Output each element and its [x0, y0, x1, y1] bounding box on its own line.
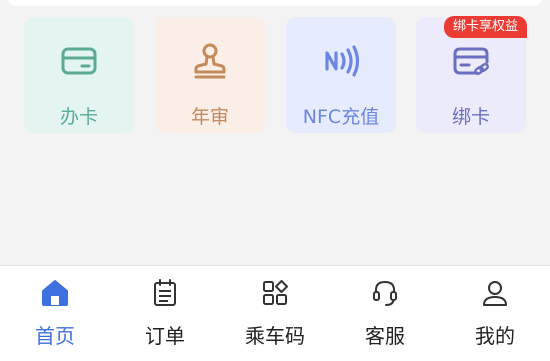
- nfc-icon: [321, 41, 361, 81]
- bind-card-label: 绑卡: [451, 106, 490, 128]
- tab-customer-service[interactable]: 客服: [330, 266, 440, 361]
- service-grid: 办卡 年审 NFC充值 绑卡享权益 绑卡: [24, 16, 527, 133]
- tab-ride-code[interactable]: 乘车码: [220, 266, 330, 361]
- bind-card-promo-badge: 绑卡享权益: [443, 16, 527, 38]
- profile-icon: [480, 278, 510, 308]
- tab-orders[interactable]: 订单: [110, 266, 220, 361]
- tab-home[interactable]: 首页: [0, 266, 110, 361]
- nfc-recharge-button[interactable]: NFC充值: [286, 17, 396, 133]
- bind-card-button[interactable]: 绑卡享权益 绑卡: [416, 16, 527, 133]
- tab-home-label: 首页: [35, 324, 75, 348]
- top-card-edge: [8, 0, 542, 6]
- tab-customer-service-label: 客服: [365, 324, 405, 348]
- apply-card-label: 办卡: [59, 106, 98, 128]
- tab-orders-label: 订单: [145, 324, 185, 348]
- tab-ride-code-label: 乘车码: [245, 324, 305, 348]
- stamp-icon: [190, 41, 230, 81]
- tab-profile[interactable]: 我的: [440, 266, 550, 361]
- annual-review-label: 年审: [190, 106, 229, 128]
- bind-card-icon: [451, 41, 491, 81]
- card-icon: [59, 41, 99, 81]
- annual-review-button[interactable]: 年审: [155, 17, 265, 133]
- nfc-recharge-label: NFC充值: [302, 106, 380, 128]
- bottom-tab-bar: 首页 订单 乘车码 客服 我的: [0, 265, 550, 361]
- apply-card-button[interactable]: 办卡: [24, 17, 134, 133]
- home-icon: [40, 278, 70, 308]
- headset-icon: [370, 278, 400, 308]
- order-list-icon: [150, 278, 180, 308]
- tab-profile-label: 我的: [475, 324, 515, 348]
- ride-code-icon: [260, 278, 290, 308]
